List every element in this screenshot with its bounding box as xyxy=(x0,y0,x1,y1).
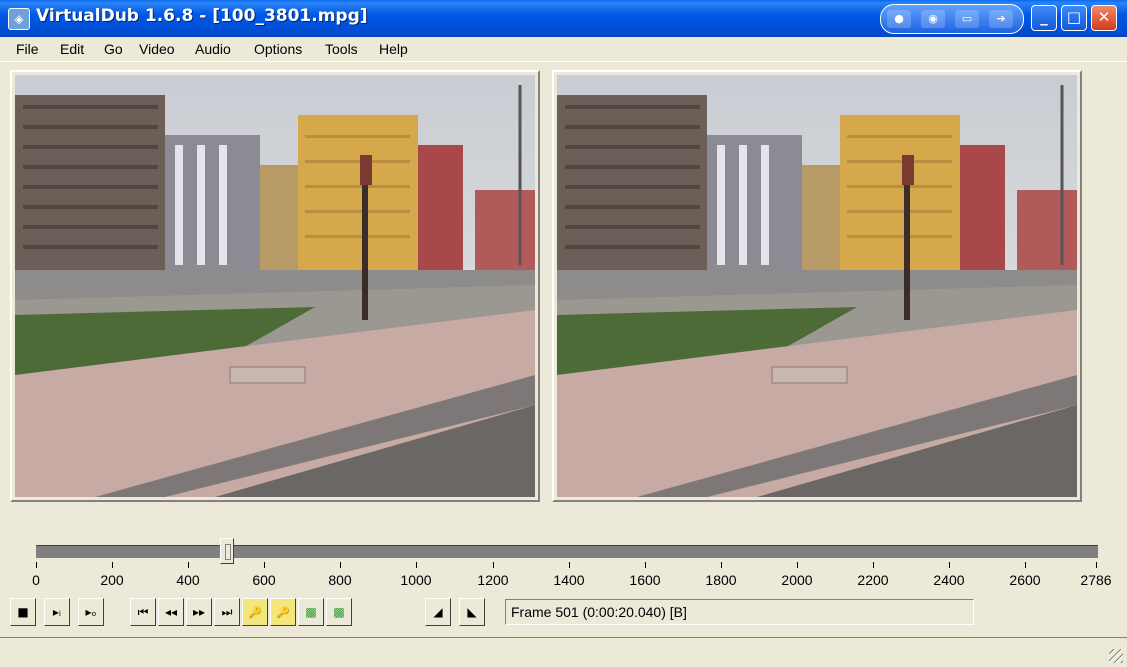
virtualdub-app-icon[interactable]: ◈ xyxy=(8,8,30,30)
timeline-tick-label: 1800 xyxy=(705,572,737,588)
play-output-button[interactable]: ▸ₒ xyxy=(78,598,104,626)
stop-icon: ■ xyxy=(17,605,29,619)
status-bar xyxy=(0,637,1127,667)
prev-scene-button[interactable]: ▩ xyxy=(298,598,324,626)
mark-out-icon: ◣ xyxy=(467,605,477,619)
timeline-tick-label: 2786 xyxy=(1080,572,1112,588)
timeline-scale: 0 200 400 600 800 1000 1200 1400 1600 1800 2000 220… xyxy=(32,562,1112,594)
timeline-tick xyxy=(645,562,646,568)
timeline-tick xyxy=(36,562,37,568)
timeline-tick-label: 2200 xyxy=(857,572,889,588)
menu-video[interactable]: Video xyxy=(139,41,175,57)
resize-grip-icon[interactable] xyxy=(1109,649,1123,663)
nvidia-icon[interactable]: ◉ xyxy=(921,10,945,28)
input-video-frame xyxy=(15,75,535,497)
timeline-tick-label: 2400 xyxy=(933,572,965,588)
timeline-tick xyxy=(416,562,417,568)
play-input-button[interactable]: ▸ᵢ xyxy=(44,598,70,626)
previous-scene-icon: ▩ xyxy=(305,605,317,619)
timeline-tick-label: 1600 xyxy=(629,572,661,588)
timeline-tick xyxy=(569,562,570,568)
next-scene-icon: ▩ xyxy=(333,605,345,619)
mark-out-button[interactable]: ◣ xyxy=(459,598,485,626)
dock-icon[interactable]: ▭ xyxy=(955,10,979,28)
timeline-track[interactable] xyxy=(36,545,1098,558)
timeline-tick-label: 600 xyxy=(252,572,276,588)
next-keyframe-icon: 🔑 xyxy=(276,606,290,619)
timeline-tick-label: 0 xyxy=(32,572,40,588)
play-input-icon: ▸ᵢ xyxy=(52,605,62,619)
timeline-tick xyxy=(797,562,798,568)
output-video-pane[interactable] xyxy=(552,70,1082,502)
minimize-icon: _ xyxy=(1040,8,1048,26)
timeline-thumb[interactable] xyxy=(220,538,234,564)
mark-in-icon: ◢ xyxy=(433,605,443,619)
go-to-end-icon: ⏭ xyxy=(221,605,233,619)
timeline-tick xyxy=(264,562,265,568)
timeline-tick-label: 1400 xyxy=(553,572,585,588)
record-icon[interactable]: ● xyxy=(887,10,911,28)
mark-in-button[interactable]: ◢ xyxy=(425,598,451,626)
timeline-slider[interactable] xyxy=(36,538,1098,564)
end-button[interactable]: ⏭ xyxy=(214,598,240,626)
timeline-tick xyxy=(188,562,189,568)
timeline-tick xyxy=(1096,562,1097,568)
tray-buttons-group: ● ◉ ▭ ➔ xyxy=(880,4,1024,34)
menu-go[interactable]: Go xyxy=(104,41,123,57)
timeline-tick-label: 2600 xyxy=(1009,572,1041,588)
prev-frame-button[interactable]: ◂◂ xyxy=(158,598,184,626)
next-frame-button[interactable]: ▸▸ xyxy=(186,598,212,626)
timeline-tick xyxy=(112,562,113,568)
timeline-tick-label: 2000 xyxy=(781,572,813,588)
menu-tools[interactable]: Tools xyxy=(325,41,358,57)
next-scene-button[interactable]: ▩ xyxy=(326,598,352,626)
timeline-tick xyxy=(493,562,494,568)
timeline-tick-label: 1200 xyxy=(477,572,509,588)
title-bar[interactable]: ◈ VirtualDub 1.6.8 - [100_3801.mpg] ● ◉ … xyxy=(0,0,1127,37)
menu-audio[interactable]: Audio xyxy=(195,41,231,57)
next-keyframe-button[interactable]: 🔑 xyxy=(270,598,296,626)
start-button[interactable]: ⏮ xyxy=(130,598,156,626)
timeline-tick-label: 200 xyxy=(100,572,124,588)
menu-help[interactable]: Help xyxy=(379,41,408,57)
next-frame-icon: ▸▸ xyxy=(192,605,206,619)
timeline-tick xyxy=(721,562,722,568)
maximize-icon: □ xyxy=(1066,8,1082,26)
menu-file[interactable]: File xyxy=(16,41,39,57)
menu-options[interactable]: Options xyxy=(254,41,302,57)
play-output-icon: ▸ₒ xyxy=(85,605,97,619)
frame-readout: Frame 501 (0:00:20.040) [B] xyxy=(505,599,974,625)
menu-edit[interactable]: Edit xyxy=(60,41,84,57)
window-title: VirtualDub 1.6.8 - [100_3801.mpg] xyxy=(36,6,368,26)
previous-keyframe-icon: 🔑 xyxy=(248,606,262,619)
close-icon: ✕ xyxy=(1097,8,1111,26)
previous-frame-icon: ◂◂ xyxy=(164,605,178,619)
timeline-tick xyxy=(340,562,341,568)
menu-bar: File Edit Go Video Audio Options Tools H… xyxy=(0,37,1127,62)
output-video-frame xyxy=(557,75,1077,497)
timeline-tick xyxy=(949,562,950,568)
prev-keyframe-button[interactable]: 🔑 xyxy=(242,598,268,626)
input-video-pane[interactable] xyxy=(10,70,540,502)
timeline-tick xyxy=(1025,562,1026,568)
timeline-tick-label: 1000 xyxy=(400,572,432,588)
send-to-icon[interactable]: ➔ xyxy=(989,10,1013,28)
go-to-start-icon: ⏮ xyxy=(137,605,149,619)
timeline-tick xyxy=(873,562,874,568)
timeline-tick-label: 800 xyxy=(328,572,352,588)
timeline-tick-label: 400 xyxy=(176,572,200,588)
maximize-button[interactable]: □ xyxy=(1061,5,1087,31)
stop-button[interactable]: ■ xyxy=(10,598,36,626)
minimize-button[interactable]: _ xyxy=(1031,5,1057,31)
close-button[interactable]: ✕ xyxy=(1091,5,1117,31)
